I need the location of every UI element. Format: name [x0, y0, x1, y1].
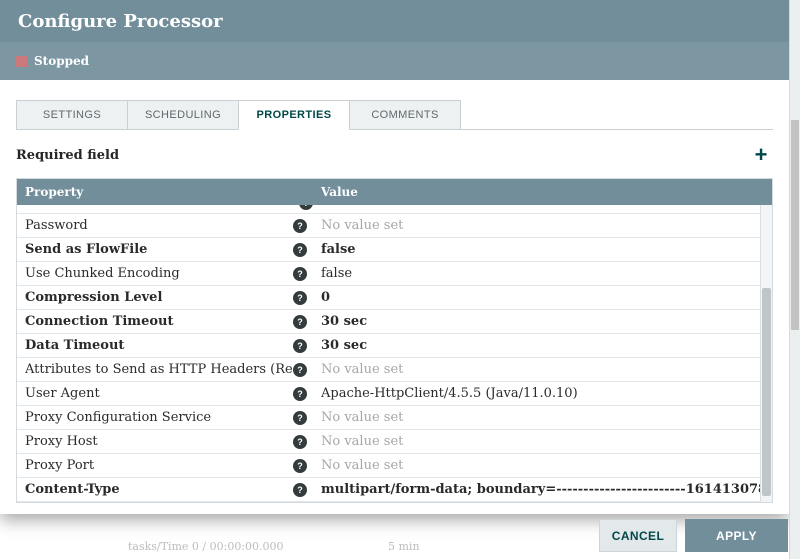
column-header-value: Value — [321, 185, 772, 199]
property-value[interactable]: 30 sec — [321, 338, 772, 353]
property-name: Compression Level — [25, 290, 293, 305]
table-row-partial: ? — [17, 205, 772, 214]
table-row: Proxy Host? No value set — [17, 430, 772, 454]
property-table-body: ? Password? No value set Send as FlowFile?… — [17, 205, 772, 502]
configure-processor-dialog: Configure Processor Stopped SETTINGS SCH… — [0, 0, 789, 514]
property-value[interactable]: Apache-HttpClient/4.5.5 (Java/11.0.10) — [321, 386, 772, 401]
dialog-header: Configure Processor — [0, 0, 789, 42]
property-value[interactable]: No value set — [321, 434, 772, 449]
tab-properties[interactable]: PROPERTIES — [238, 100, 350, 130]
property-name: User Agent — [25, 386, 293, 401]
help-icon[interactable]: ? — [293, 459, 307, 473]
tab-comments[interactable]: COMMENTS — [349, 100, 461, 129]
help-icon[interactable]: ? — [293, 435, 307, 449]
help-icon[interactable]: ? — [299, 205, 313, 210]
page: tasks/Time 0 / 00:00:00.000 5 min Config… — [0, 0, 800, 559]
help-icon[interactable]: ? — [293, 483, 307, 497]
property-name: Data Timeout — [25, 338, 293, 353]
property-name: Content-Type — [25, 482, 293, 497]
property-name: Use Chunked Encoding — [25, 266, 293, 281]
status-label: Stopped — [34, 54, 89, 68]
apply-button[interactable]: APPLY — [685, 519, 788, 552]
property-table-header: Property Value — [17, 179, 772, 205]
processor-status-bar: Stopped — [0, 42, 789, 80]
help-icon[interactable]: ? — [293, 315, 307, 329]
property-name: Attributes to Send as HTTP Headers (Rege… — [25, 362, 293, 377]
property-name: Password — [25, 218, 293, 233]
tab-settings[interactable]: SETTINGS — [16, 100, 128, 129]
table-row: Attributes to Send as HTTP Headers (Rege… — [17, 358, 772, 382]
dialog-content: SETTINGS SCHEDULING PROPERTIES COMMENTS … — [0, 100, 789, 503]
background-range-text: 5 min — [388, 540, 420, 553]
help-icon[interactable]: ? — [293, 339, 307, 353]
table-row: User Agent? Apache-HttpClient/4.5.5 (Java… — [17, 382, 772, 406]
dialog-title: Configure Processor — [18, 11, 223, 32]
property-name: Proxy Host — [25, 434, 293, 449]
required-field-row: Required field + — [16, 144, 773, 166]
table-row: Compression Level? 0 — [17, 286, 772, 310]
table-row: Content-Type? multipart/form-data; bounda… — [17, 478, 772, 502]
table-row: Data Timeout? 30 sec — [17, 334, 772, 358]
cancel-button[interactable]: CANCEL — [599, 519, 677, 552]
add-property-icon[interactable]: + — [749, 143, 773, 167]
help-icon[interactable]: ? — [293, 363, 307, 377]
property-value[interactable]: 30 sec — [321, 314, 772, 329]
table-row: Connection Timeout? 30 sec — [17, 310, 772, 334]
help-icon[interactable]: ? — [293, 267, 307, 281]
table-row: Proxy Port? No value set — [17, 454, 772, 478]
background-stats-text: tasks/Time 0 / 00:00:00.000 — [128, 540, 284, 553]
stopped-status-icon — [16, 56, 27, 67]
property-value[interactable]: false — [321, 266, 772, 281]
property-name: Proxy Port — [25, 458, 293, 473]
property-table: Property Value ? Password? No value set Se… — [16, 178, 773, 503]
help-icon[interactable]: ? — [293, 387, 307, 401]
table-row: Send as FlowFile? false — [17, 238, 772, 262]
property-value[interactable]: 0 — [321, 290, 772, 305]
required-field-label: Required field — [16, 148, 119, 163]
page-scrollbar[interactable] — [789, 0, 800, 559]
tab-scheduling[interactable]: SCHEDULING — [127, 100, 239, 129]
help-icon[interactable]: ? — [293, 411, 307, 425]
tab-bar: SETTINGS SCHEDULING PROPERTIES COMMENTS — [16, 100, 773, 130]
property-value[interactable]: false — [321, 242, 772, 257]
table-row: Proxy Configuration Service? No value set — [17, 406, 772, 430]
table-row: Use Chunked Encoding? false — [17, 262, 772, 286]
table-row: Password? No value set — [17, 214, 772, 238]
property-value[interactable]: multipart/form-data; boundary=----------… — [321, 482, 772, 497]
page-scrollbar-thumb[interactable] — [791, 120, 799, 330]
property-value[interactable]: No value set — [321, 458, 772, 473]
property-value[interactable]: No value set — [321, 410, 772, 425]
property-name: Send as FlowFile — [25, 242, 293, 257]
property-value[interactable]: No value set — [321, 218, 772, 233]
help-icon[interactable]: ? — [293, 219, 307, 233]
property-value[interactable]: No value set — [321, 362, 772, 377]
table-scrollbar-thumb[interactable] — [762, 288, 771, 496]
table-scrollbar[interactable] — [760, 205, 772, 502]
property-name: Connection Timeout — [25, 314, 293, 329]
help-icon[interactable]: ? — [293, 291, 307, 305]
property-name: Proxy Configuration Service — [25, 410, 293, 425]
column-header-property: Property — [25, 185, 321, 199]
help-icon[interactable]: ? — [293, 243, 307, 257]
